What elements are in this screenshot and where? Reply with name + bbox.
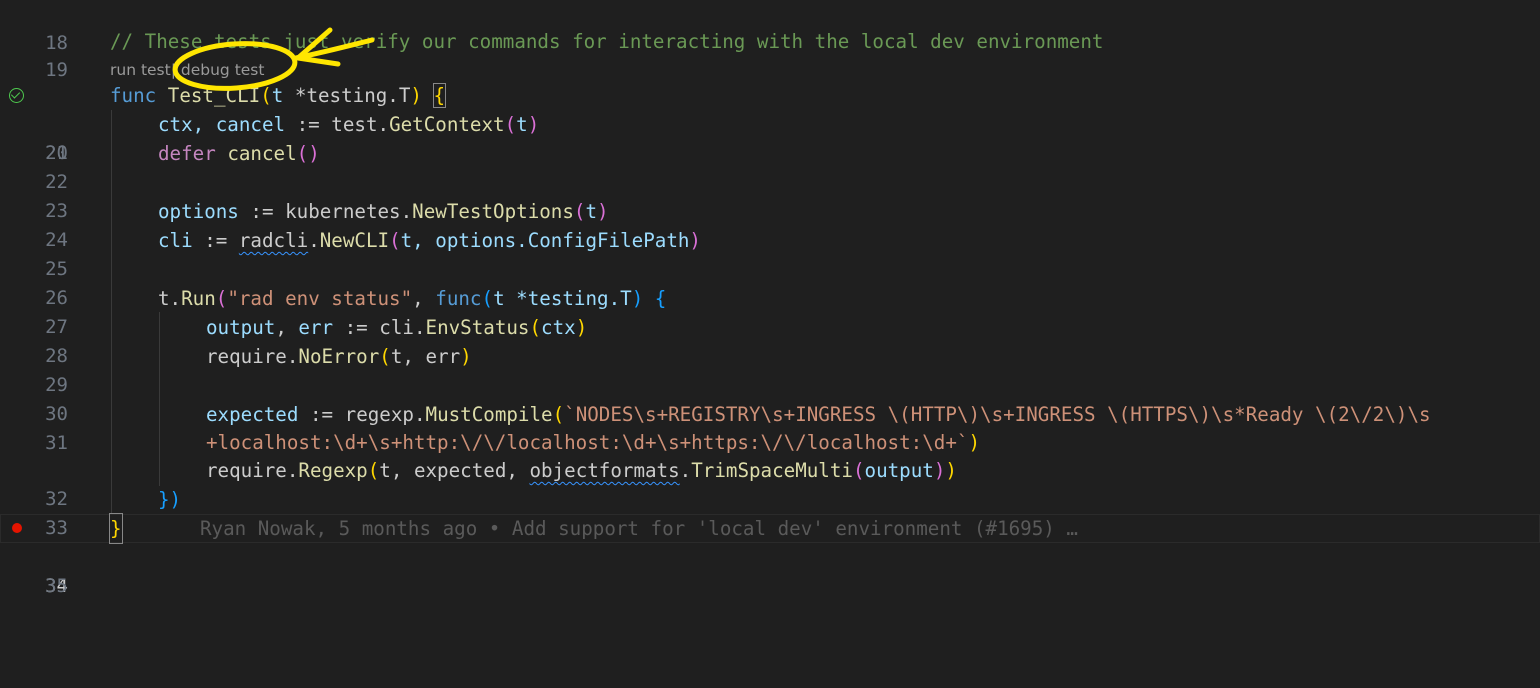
git-blame-annotation[interactable]: Ryan Nowak, 5 months ago • Add support f… [200,514,1078,543]
arguments: t, options.ConfigFilePath [400,229,690,252]
function-call: NoError [298,345,380,368]
function-call: TrimSpaceMulti [691,459,853,482]
function-call: EnvStatus [425,316,530,339]
debug-test-link[interactable]: debug test [181,61,265,79]
function-call: NewCLI [319,229,390,252]
argument: output [864,459,934,482]
function-call: MustCompile [425,403,553,426]
code-line[interactable]: 23 [0,168,1540,222]
dot: . [308,229,320,252]
breakpoint-icon[interactable] [12,523,22,533]
variables: ctx, cancel [158,113,286,136]
param: t [271,84,284,107]
package: require. [206,345,299,368]
code-line[interactable]: 19 // These tests just verify our comman… [0,27,1540,81]
code-line[interactable]: 18 [0,0,1540,54]
code-line[interactable]: 25 cli := radcli.NewCLI(t, options.Confi… [0,226,1540,280]
argument: t [516,113,528,136]
keyword-defer: defer [158,142,216,165]
arguments: t, err [390,345,461,368]
operator: := [192,229,239,252]
code-line-wrapped[interactable]: +localhost:\d+\s+http:\/\/localhost:\d+\… [0,428,1540,457]
comma: , [412,287,436,310]
function-name: Test_CLI [167,84,261,107]
code-line[interactable]: 29 require.NoError(t, err) [0,342,1540,396]
package: cli. [379,316,426,339]
closing-brace: } [109,513,123,544]
variable: output [206,316,276,339]
code-comment: // These tests just verify our commands … [110,30,1104,53]
code-line[interactable]: 26 [0,255,1540,309]
function-call: Run [181,287,216,310]
param-type: *testing.T [294,84,411,107]
function-call: NewTestOptions [412,200,574,223]
variable: options [158,200,239,223]
code-line[interactable]: 33 }) [0,485,1540,539]
operator: := [298,403,345,426]
check-circle-icon[interactable] [9,88,24,103]
keyword-func: func [110,84,157,107]
code-line[interactable]: 30 [0,371,1540,425]
brace: { [643,287,667,310]
comma: , [275,316,299,339]
package: test. [331,113,390,136]
package: require. [206,459,299,482]
package-warning[interactable]: objectformats [529,459,679,482]
variable: expected [206,403,299,426]
receiver: t. [158,287,182,310]
code-line[interactable]: 20 func Test_CLI(t *testing.T) { [0,81,1540,164]
function-call: GetContext [389,113,505,136]
codelens-separator: | [170,61,176,79]
code-line[interactable]: 31 expected := regexp.MustCompile(`NODES… [0,400,1540,454]
current-code-line[interactable]: 34 } Ryan Nowak, 5 months ago • Add supp… [0,513,1540,597]
run-test-link[interactable]: run test [110,61,171,79]
code-line[interactable]: 28 output, err := cli.EnvStatus(ctx) [0,313,1540,367]
code-line[interactable]: 35 [0,543,1540,597]
function-call: Regexp [298,459,368,482]
package-warning[interactable]: radcli [239,229,308,252]
operator: := [285,113,332,136]
variable: cli [158,229,193,252]
code-line[interactable]: 32 require.Regexp(t, expected, objectfor… [0,456,1540,510]
operator: := [238,200,286,223]
function-call: cancel [227,142,297,165]
test-codelens: run test| debug test [110,58,264,82]
regex-literal: `NODES\s+REGISTRY\s+INGRESS \(HTTP\)\s+I… [564,403,1431,426]
string-literal: "rad env status" [227,287,413,310]
code-line[interactable]: 22 defer cancel() [0,139,1540,193]
code-editor[interactable]: 18 19 // These tests just verify our com… [0,0,1540,597]
code-line[interactable]: 24 options := kubernetes.NewTestOptions(… [0,197,1540,251]
argument: t [585,200,598,223]
closing-brackets: }) [158,488,182,511]
argument: ctx [541,316,576,339]
param: t *testing.T [493,287,632,310]
regex-literal: +localhost:\d+\s+http:\/\/localhost:\d+\… [206,431,969,454]
package: regexp. [344,403,426,426]
dot: . [679,459,692,482]
code-line[interactable]: 21 ctx, cancel := test.GetContext(t) [0,110,1540,164]
arguments: t, expected, [379,459,530,482]
keyword-func: func [435,287,482,310]
variable: err [298,316,334,339]
code-line[interactable]: 27 t.Run("rad env status", func(t *testi… [0,284,1540,338]
package: kubernetes. [285,200,413,223]
operator: := [333,316,380,339]
